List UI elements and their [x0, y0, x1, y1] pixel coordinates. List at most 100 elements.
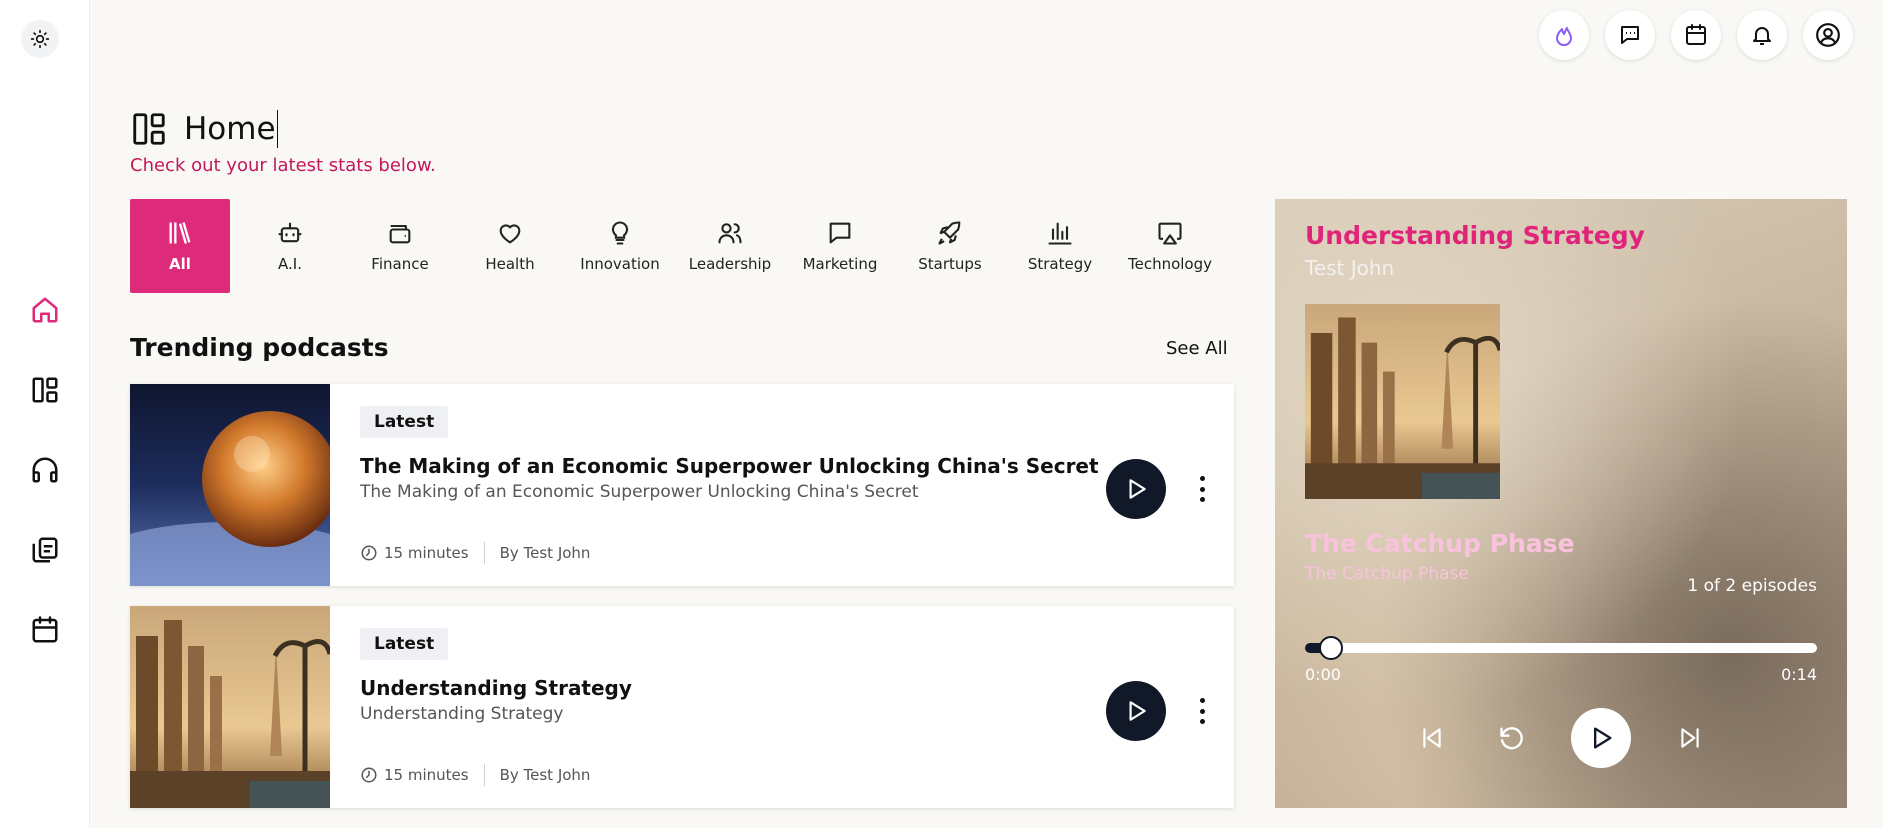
robot-icon: [278, 222, 302, 243]
category-ai[interactable]: A.I.: [240, 199, 340, 293]
more-options-button[interactable]: [1196, 698, 1208, 724]
player-artist: Test John: [1305, 256, 1395, 280]
notifications-button[interactable]: [1737, 10, 1787, 60]
category-health[interactable]: Health: [460, 199, 560, 293]
audio-player: Understanding Strategy Test John The Cat…: [1275, 199, 1847, 808]
more-dot: [1199, 476, 1205, 481]
player-play-button[interactable]: [1571, 708, 1631, 768]
play-icon: [1129, 701, 1146, 721]
category-label: All: [169, 255, 191, 273]
category-label: Strategy: [1027, 255, 1093, 273]
podcast-title[interactable]: Understanding Strategy: [360, 676, 1204, 700]
bar-chart-icon: [1048, 222, 1072, 245]
play-button[interactable]: [1106, 681, 1166, 741]
podcast-meta: 15 minutes By Test John: [360, 764, 590, 786]
podcast-meta: 15 minutes By Test John: [360, 542, 590, 564]
layout-icon: [32, 377, 58, 403]
messages-button[interactable]: [1605, 10, 1655, 60]
home-icon: [32, 297, 58, 323]
more-dot: [1199, 486, 1205, 492]
calendar-button[interactable]: [1671, 10, 1721, 60]
player-episode-title: The Catchup Phase: [1305, 529, 1575, 558]
message-icon: [829, 222, 851, 244]
clock-icon: [361, 545, 377, 561]
side-nav: [0, 270, 90, 670]
category-strategy[interactable]: Strategy: [1010, 199, 1110, 293]
message-icon: [1621, 26, 1639, 44]
more-dot: [1199, 497, 1205, 502]
skip-forward-icon: [1681, 728, 1699, 748]
play-icon: [1594, 727, 1612, 749]
bulb-icon: [611, 221, 629, 245]
category-all[interactable]: All: [130, 199, 230, 293]
books-icon: [169, 222, 191, 244]
sidebar-item-dashboard[interactable]: [0, 350, 90, 430]
heart-icon: [499, 224, 521, 244]
more-options-button[interactable]: [1196, 476, 1208, 502]
podcast-card[interactable]: Latest The Making of an Economic Superpo…: [130, 384, 1234, 586]
category-marketing[interactable]: Marketing: [790, 199, 890, 293]
airplay-icon: [1158, 222, 1182, 245]
player-controls: [1275, 707, 1847, 769]
latest-badge: Latest: [360, 406, 449, 438]
category-finance[interactable]: Finance: [350, 199, 450, 293]
bell-icon: [1753, 27, 1771, 45]
podcast-duration: 15 minutes: [384, 766, 469, 784]
sidebar-item-library[interactable]: [0, 510, 90, 590]
player-episode-subtitle: The Catchup Phase: [1305, 564, 1469, 584]
category-label: Finance: [371, 255, 429, 273]
category-label: Innovation: [580, 255, 660, 273]
category-innovation[interactable]: Innovation: [570, 199, 670, 293]
podcast-list: Latest The Making of an Economic Superpo…: [130, 384, 1234, 828]
podcast-card[interactable]: Latest Understanding Strategy Understand…: [130, 606, 1234, 808]
play-icon: [1129, 479, 1146, 499]
player-podcast-title: Understanding Strategy: [1305, 221, 1645, 250]
sidebar: [0, 0, 90, 828]
headphones-icon: [32, 457, 58, 483]
sidebar-item-podcasts[interactable]: [0, 430, 90, 510]
calendar-icon: [32, 616, 58, 643]
layout-icon: [133, 113, 165, 145]
podcast-author: By Test John: [499, 766, 591, 784]
next-button[interactable]: [1669, 717, 1711, 759]
category-leadership[interactable]: Leadership: [680, 199, 780, 293]
category-startups[interactable]: Startups: [900, 199, 1000, 293]
replay-button[interactable]: [1491, 717, 1533, 759]
previous-button[interactable]: [1411, 717, 1453, 759]
more-dot: [1199, 698, 1205, 703]
podcast-subtitle: Understanding Strategy: [360, 704, 564, 724]
theme-toggle-button[interactable]: [21, 20, 59, 58]
category-label: Marketing: [802, 255, 878, 273]
podcast-card-body: Latest The Making of an Economic Superpo…: [330, 384, 1234, 586]
copy-icon: [32, 537, 58, 563]
category-label: Health: [485, 255, 535, 273]
progress-handle[interactable]: [1318, 636, 1343, 660]
sidebar-item-home[interactable]: [0, 270, 90, 350]
rocket-icon: [938, 221, 961, 245]
play-button[interactable]: [1106, 459, 1166, 519]
page-subtitle: Check out your latest stats below.: [130, 155, 436, 176]
trending-button[interactable]: [1539, 10, 1589, 60]
podcast-author: By Test John: [499, 544, 591, 562]
profile-button[interactable]: [1803, 10, 1853, 60]
flame-icon: [1556, 27, 1572, 46]
wallet-icon: [389, 224, 411, 244]
meta-divider: [483, 764, 485, 786]
player-episode-count: 1 of 2 episodes: [1687, 576, 1817, 596]
category-label: Startups: [918, 255, 982, 273]
category-label: Leadership: [688, 255, 772, 273]
rotate-ccw-icon: [1500, 727, 1523, 750]
podcast-subtitle: The Making of an Economic Superpower Unl…: [360, 482, 919, 502]
see-all-link[interactable]: See All: [1166, 338, 1228, 359]
category-label: A.I.: [278, 255, 302, 273]
more-dot: [1199, 708, 1205, 714]
sidebar-item-calendar[interactable]: [0, 590, 90, 670]
podcast-title[interactable]: The Making of an Economic Superpower Unl…: [360, 454, 1204, 478]
category-technology[interactable]: Technology: [1120, 199, 1220, 293]
clock-icon: [361, 767, 377, 783]
progress-slider[interactable]: [1305, 636, 1817, 660]
meta-divider: [483, 542, 485, 564]
calendar-icon: [1686, 24, 1706, 45]
podcast-duration: 15 minutes: [384, 544, 469, 562]
skip-back-icon: [1423, 728, 1441, 748]
